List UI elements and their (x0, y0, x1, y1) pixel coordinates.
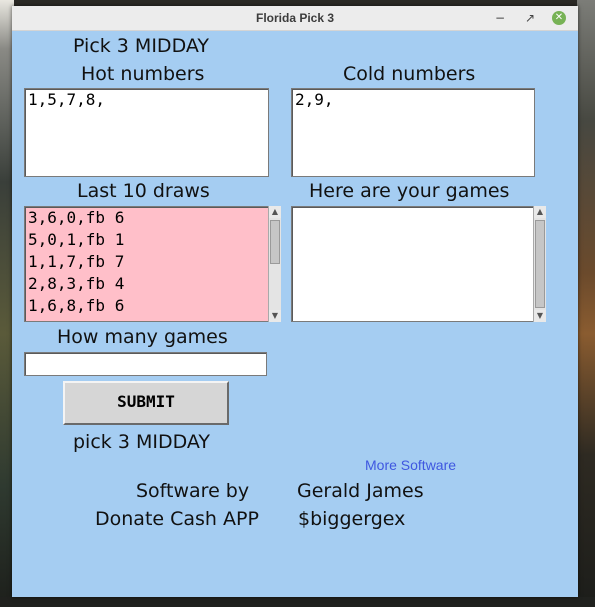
scroll-down-arrow-icon[interactable]: ▼ (534, 310, 546, 322)
app-window: Florida Pick 3 − ↗ ✕ Pick 3 MIDDAY Hot n… (12, 6, 578, 597)
scrollbar-thumb[interactable] (270, 220, 280, 264)
scroll-up-arrow-icon[interactable]: ▲ (269, 206, 281, 218)
donate-label: Donate Cash APP (95, 508, 259, 530)
your-games-box[interactable] (291, 206, 534, 322)
draw-item: 1,6,8,fb 6 (28, 296, 125, 315)
your-games-scrollbar[interactable]: ▲ ▼ (533, 206, 546, 322)
software-by-label: Software by (136, 480, 250, 502)
your-games-label: Here are your games (309, 180, 510, 202)
desktop-background-bottom (0, 597, 595, 607)
hot-numbers-value: 1,5,7,8, (28, 90, 106, 109)
close-icon[interactable]: ✕ (552, 11, 566, 25)
more-software-link[interactable]: More Software (365, 457, 456, 473)
hot-numbers-box[interactable]: 1,5,7,8, (24, 88, 269, 177)
minimize-icon[interactable]: − (492, 10, 508, 26)
desktop-background-right (577, 0, 595, 607)
submit-button[interactable]: SUBMIT (63, 381, 229, 425)
game-title: Pick 3 MIDDAY (73, 35, 209, 57)
hot-numbers-label: Hot numbers (81, 63, 205, 85)
maximize-icon[interactable]: ↗ (522, 10, 538, 26)
cold-numbers-label: Cold numbers (343, 63, 476, 85)
draw-item: 5,0,1,fb 1 (28, 230, 125, 249)
title-bar[interactable]: Florida Pick 3 − ↗ ✕ (12, 6, 578, 31)
draw-item: 3,6,0,fb 6 (28, 208, 125, 227)
cashtag: $biggergex (298, 508, 406, 530)
how-many-games-input[interactable] (24, 352, 267, 376)
last-draws-scrollbar[interactable]: ▲ ▼ (268, 206, 281, 322)
cold-numbers-value: 2,9, (295, 90, 334, 109)
scrollbar-thumb[interactable] (535, 220, 545, 308)
scroll-up-arrow-icon[interactable]: ▲ (534, 206, 546, 218)
draw-item: 1,1,7,fb 7 (28, 252, 125, 271)
how-many-games-label: How many games (57, 326, 228, 348)
draw-item: 2,8,3,fb 4 (28, 274, 125, 293)
author-name: Gerald James (297, 480, 424, 502)
game-name-footer: pick 3 MIDDAY (73, 431, 211, 453)
last-draws-list[interactable]: 3,6,0,fb 6 5,0,1,fb 1 1,1,7,fb 7 2,8,3,f… (24, 206, 269, 322)
last-draws-label: Last 10 draws (77, 180, 210, 202)
scroll-down-arrow-icon[interactable]: ▼ (269, 310, 281, 322)
cold-numbers-box[interactable]: 2,9, (291, 88, 535, 177)
